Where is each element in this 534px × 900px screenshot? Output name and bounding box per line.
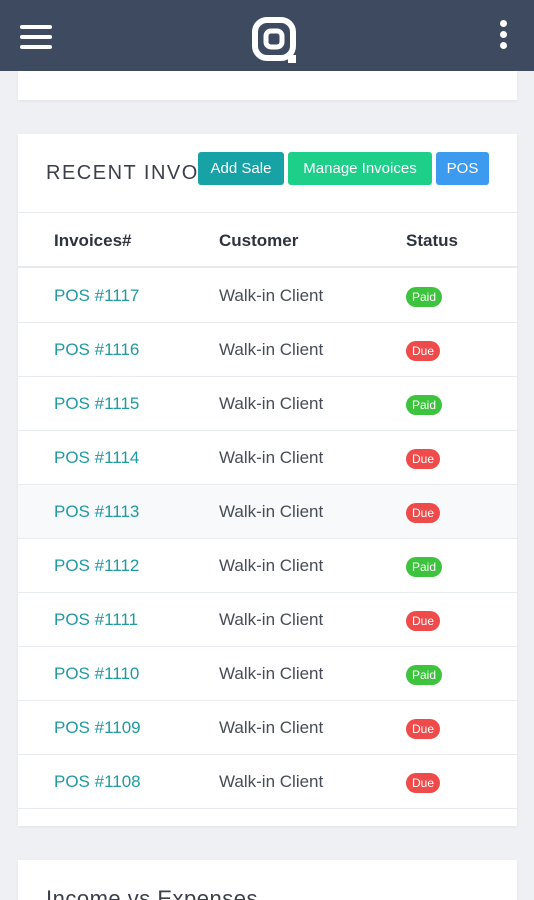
column-header-invoices: Invoices# xyxy=(54,231,132,250)
table-header: Invoices# Customer Status xyxy=(18,214,517,268)
table-row: POS #1111 Walk-in Client Due xyxy=(18,593,517,647)
invoice-table-body: POS #1117 Walk-in Client Paid POS #1116 Walk… xyxy=(18,269,517,809)
status-badge: Due xyxy=(406,611,441,631)
table-row: POS #1115 Walk-in Client Paid xyxy=(18,377,517,431)
status-badge: Paid xyxy=(406,665,443,685)
table-row: POS #1108 Walk-in Client Due xyxy=(18,755,517,809)
pos-button[interactable]: POS xyxy=(436,152,489,185)
hamburger-icon[interactable] xyxy=(20,25,52,49)
status-badge: Due xyxy=(406,449,441,469)
recent-invoices-card: RECENT INVO Add Sale Manage Invoices POS… xyxy=(18,134,517,826)
invoice-link[interactable]: POS #1110 xyxy=(54,664,139,684)
table-row: POS #1109 Walk-in Client Due xyxy=(18,701,517,755)
invoice-link[interactable]: POS #1113 xyxy=(54,502,139,522)
customer-name: Walk-in Client xyxy=(219,718,324,737)
customer-name: Walk-in Client xyxy=(219,664,324,683)
table-row: POS #1116 Walk-in Client Due xyxy=(18,323,517,377)
table-row: POS #1114 Walk-in Client Due xyxy=(18,431,517,485)
customer-name: Walk-in Client xyxy=(219,772,324,791)
add-sale-button[interactable]: Add Sale xyxy=(198,152,284,185)
invoice-link[interactable]: POS #1109 xyxy=(54,718,141,738)
table-row: POS #1113 Walk-in Client Due xyxy=(18,485,517,539)
invoice-link[interactable]: POS #1116 xyxy=(54,340,139,360)
invoice-link[interactable]: POS #1108 xyxy=(54,772,141,792)
customer-name: Walk-in Client xyxy=(219,286,324,305)
status-badge: Due xyxy=(406,773,441,793)
customer-name: Walk-in Client xyxy=(219,448,324,467)
card-title: RECENT INVO xyxy=(46,162,199,184)
card-title: Income vs Expenses xyxy=(46,886,258,900)
customer-name: Walk-in Client xyxy=(219,556,324,575)
top-navbar xyxy=(0,0,534,71)
previous-card xyxy=(18,71,517,100)
table-row: POS #1112 Walk-in Client Paid xyxy=(18,539,517,593)
kebab-menu-icon[interactable] xyxy=(497,20,509,50)
table-row: POS #1110 Walk-in Client Paid xyxy=(18,647,517,701)
status-badge: Paid xyxy=(406,287,443,307)
app-logo[interactable] xyxy=(252,17,300,65)
table-row: POS #1117 Walk-in Client Paid xyxy=(18,269,517,323)
income-vs-expenses-card: Income vs Expenses xyxy=(18,860,517,900)
customer-name: Walk-in Client xyxy=(219,340,324,359)
invoice-link[interactable]: POS #1111 xyxy=(54,610,138,630)
column-header-customer: Customer xyxy=(219,231,299,250)
status-badge: Due xyxy=(406,503,441,523)
manage-invoices-button[interactable]: Manage Invoices xyxy=(288,152,432,185)
invoice-link[interactable]: POS #1117 xyxy=(54,286,139,306)
column-header-status: Status xyxy=(406,231,458,250)
invoice-link[interactable]: POS #1112 xyxy=(54,556,139,576)
customer-name: Walk-in Client xyxy=(219,610,324,629)
invoice-link[interactable]: POS #1114 xyxy=(54,448,139,468)
status-badge: Paid xyxy=(406,557,443,577)
status-badge: Paid xyxy=(406,395,443,415)
status-badge: Due xyxy=(406,341,441,361)
status-badge: Due xyxy=(406,719,441,739)
customer-name: Walk-in Client xyxy=(219,502,324,521)
card-header: RECENT INVO Add Sale Manage Invoices POS xyxy=(18,134,517,213)
customer-name: Walk-in Client xyxy=(219,394,324,413)
invoice-link[interactable]: POS #1115 xyxy=(54,394,139,414)
